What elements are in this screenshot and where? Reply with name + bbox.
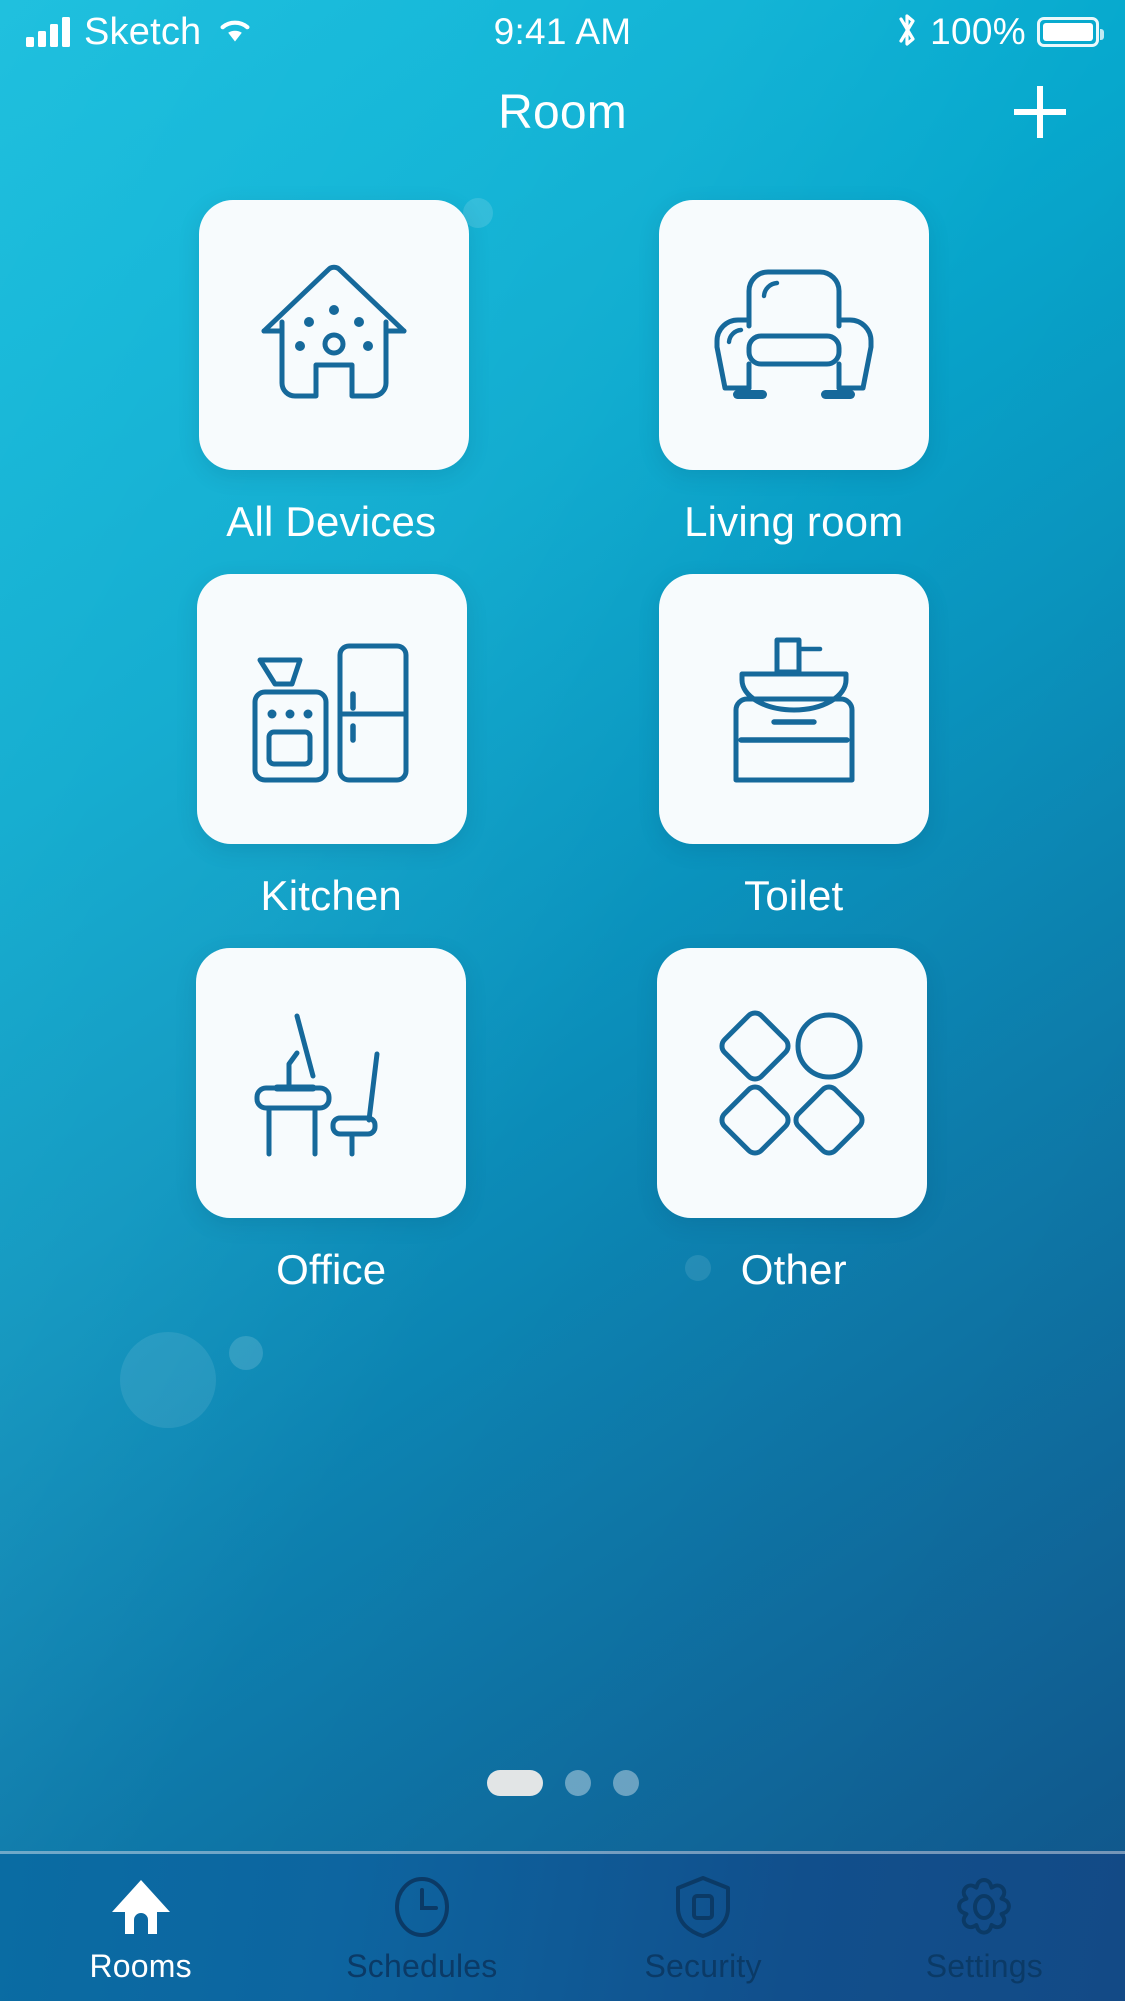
house-devices-icon: [254, 260, 414, 410]
room-cell: Office: [100, 948, 563, 1294]
gear-icon: [953, 1876, 1015, 1938]
battery-full-icon: [1037, 17, 1105, 47]
carrier-label: Sketch: [84, 10, 202, 53]
room-label: All Devices: [226, 498, 437, 545]
page-title: Room: [498, 85, 627, 139]
tab-label: Settings: [925, 1948, 1043, 1984]
home-filled-icon: [110, 1876, 172, 1938]
stove-fridge-icon: [252, 634, 412, 784]
wifi-icon: [215, 15, 255, 50]
armchair-icon: [711, 264, 877, 406]
navigation-bar: Room: [0, 64, 1125, 160]
room-cell: All Devices: [100, 200, 563, 546]
desk-chair-lamp-icon: [251, 1008, 411, 1158]
room-card-office[interactable]: [196, 948, 467, 1218]
bluetooth-icon: [895, 11, 919, 54]
phone-screen: Sketch 9:41 AM 100% Room All Devices Liv…: [0, 0, 1125, 2001]
room-label: Kitchen: [260, 872, 402, 919]
tab-label: Schedules: [346, 1948, 498, 1984]
plus-icon: [1005, 77, 1075, 147]
decorative-bubble: [120, 1332, 216, 1428]
signal-bars-icon: [26, 17, 70, 47]
tab-security[interactable]: Security: [563, 1854, 844, 2001]
shapes-grid-icon: [717, 1008, 867, 1158]
room-cell: Kitchen: [100, 574, 563, 920]
clock-icon: [392, 1876, 452, 1938]
battery-percent-label: 100%: [930, 11, 1027, 52]
sink-cabinet-icon: [722, 634, 866, 784]
tab-bar: Rooms Schedules Security Settings: [0, 1851, 1125, 2001]
room-label: Other: [740, 1246, 847, 1293]
add-room-button[interactable]: [1001, 73, 1079, 151]
page-indicator: [0, 1770, 1125, 1796]
room-card-toilet[interactable]: [658, 574, 929, 844]
room-card-other[interactable]: [656, 948, 927, 1218]
page-dot-1[interactable]: [486, 1770, 543, 1796]
page-dot-2[interactable]: [564, 1770, 591, 1796]
room-label: Office: [276, 1246, 387, 1293]
room-card-living-room[interactable]: [658, 200, 929, 470]
tab-settings[interactable]: Settings: [844, 1854, 1125, 2001]
room-label: Toilet: [744, 872, 844, 919]
page-dot-3[interactable]: [612, 1770, 639, 1796]
room-cell: Other: [563, 948, 1026, 1294]
room-cell: Living room: [563, 200, 1026, 546]
room-card-kitchen[interactable]: [197, 574, 468, 844]
clock-label: 9:41 AM: [493, 11, 632, 52]
shield-icon: [674, 1876, 732, 1938]
room-label: Living room: [684, 498, 904, 545]
tab-schedules[interactable]: Schedules: [281, 1854, 562, 2001]
tab-label: Security: [644, 1948, 762, 1984]
room-grid: All Devices Living room Kitchen Toilet O…: [0, 200, 1125, 1294]
tab-rooms[interactable]: Rooms: [0, 1854, 281, 2001]
room-cell: Toilet: [563, 574, 1026, 920]
tab-label: Rooms: [89, 1948, 192, 1984]
decorative-bubble: [229, 1336, 263, 1370]
room-card-all-devices[interactable]: [199, 200, 470, 470]
status-bar: Sketch 9:41 AM 100%: [0, 0, 1125, 64]
